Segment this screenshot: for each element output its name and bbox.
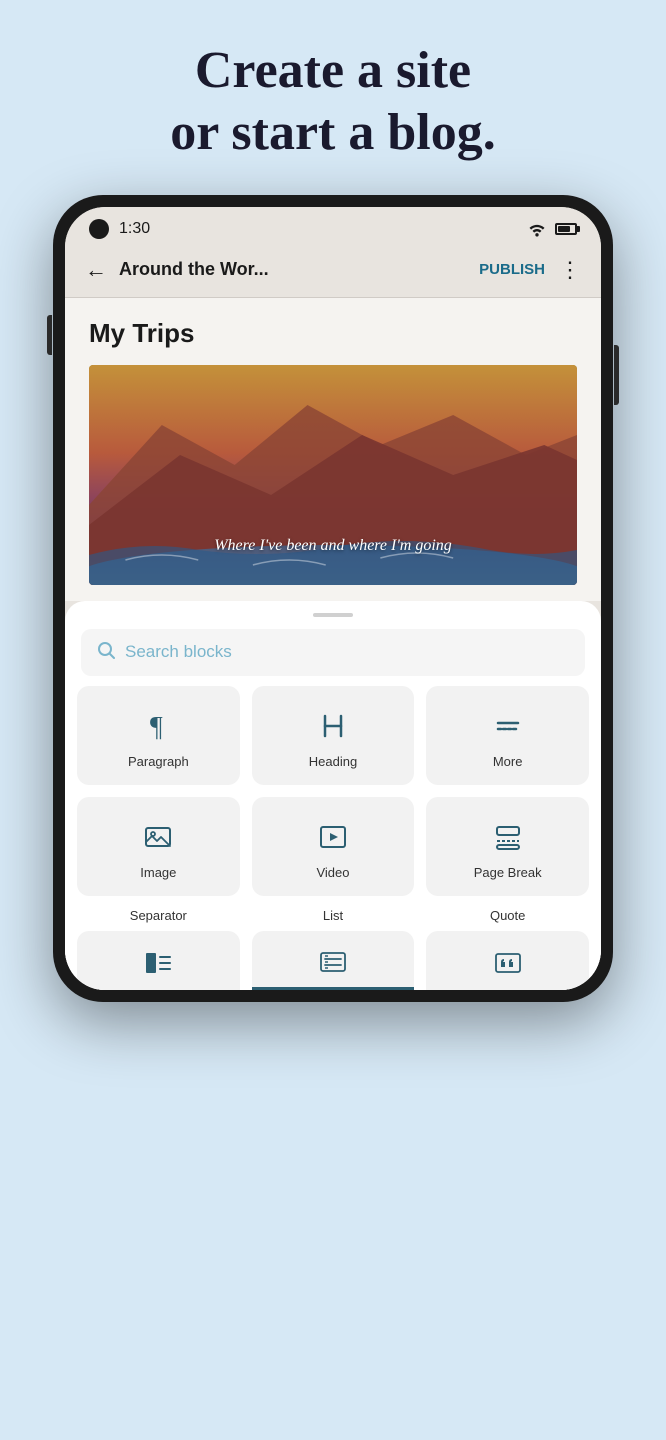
hero-caption: Where I've been and where I'm going [214, 537, 452, 555]
hero-section: Create a site or start a blog. [0, 0, 666, 195]
nav-title: Around the Wor... [119, 259, 479, 280]
bottom-sheet: Search blocks ¶ Paragraph [65, 601, 601, 990]
block-separator[interactable] [77, 931, 240, 990]
editor-content: My Trips [65, 298, 601, 601]
search-placeholder: Search blocks [125, 642, 232, 662]
list-label: List [252, 908, 415, 927]
battery-icon [555, 223, 577, 235]
paragraph-icon: ¶ [142, 710, 174, 742]
status-bar-left: 1:30 [89, 219, 150, 239]
separator-label: Separator [77, 908, 240, 927]
svg-text:¶: ¶ [150, 712, 163, 742]
image-icon [142, 821, 174, 853]
block-more[interactable]: More [426, 686, 589, 785]
quote-icon [493, 950, 523, 976]
blocks-grid: ¶ Paragraph [77, 686, 589, 896]
hero-image: Where I've been and where I'm going [89, 365, 577, 585]
search-icon [97, 641, 115, 664]
phone-body: 1:30 ← Around the Wor... PUBLIS [53, 195, 613, 1002]
pagebreak-icon [492, 821, 524, 853]
pagebreak-label: Page Break [474, 865, 542, 880]
publish-button[interactable]: PUBLISH [479, 261, 545, 278]
search-bar[interactable]: Search blocks [81, 629, 585, 676]
time-display: 1:30 [119, 220, 150, 238]
bottom-row-labels: Separator List Quote [65, 908, 601, 927]
more-icon [492, 710, 524, 742]
sheet-handle [313, 613, 353, 617]
video-label: Video [316, 865, 349, 880]
camera-hole [89, 219, 109, 239]
phone-mockup: 1:30 ← Around the Wor... PUBLIS [0, 195, 666, 1002]
wifi-icon [527, 221, 547, 237]
block-quote[interactable] [426, 931, 589, 990]
image-label: Image [140, 865, 176, 880]
separator-icon [143, 950, 173, 976]
bottom-row-icons [65, 927, 601, 990]
heading-icon [317, 710, 349, 742]
heading-label: Heading [309, 754, 357, 769]
block-image[interactable]: Image [77, 797, 240, 896]
quote-label: Quote [426, 908, 589, 927]
block-paragraph[interactable]: ¶ Paragraph [77, 686, 240, 785]
phone-screen: 1:30 ← Around the Wor... PUBLIS [65, 207, 601, 990]
status-icons [527, 221, 577, 237]
status-bar: 1:30 [65, 207, 601, 247]
blocks-panel: ¶ Paragraph [65, 676, 601, 908]
top-nav: ← Around the Wor... PUBLISH ⋮ [65, 247, 601, 298]
list-icon [318, 949, 348, 975]
more-label: More [493, 754, 523, 769]
paragraph-label: Paragraph [128, 754, 189, 769]
block-video[interactable]: Video [252, 797, 415, 896]
hero-title: Create a site or start a blog. [80, 40, 586, 165]
back-button[interactable]: ← [85, 257, 107, 283]
block-heading[interactable]: Heading [252, 686, 415, 785]
more-options-button[interactable]: ⋮ [559, 257, 581, 283]
block-pagebreak[interactable]: Page Break [426, 797, 589, 896]
block-list[interactable] [252, 931, 415, 990]
video-icon [317, 821, 349, 853]
page-title: My Trips [89, 318, 577, 349]
